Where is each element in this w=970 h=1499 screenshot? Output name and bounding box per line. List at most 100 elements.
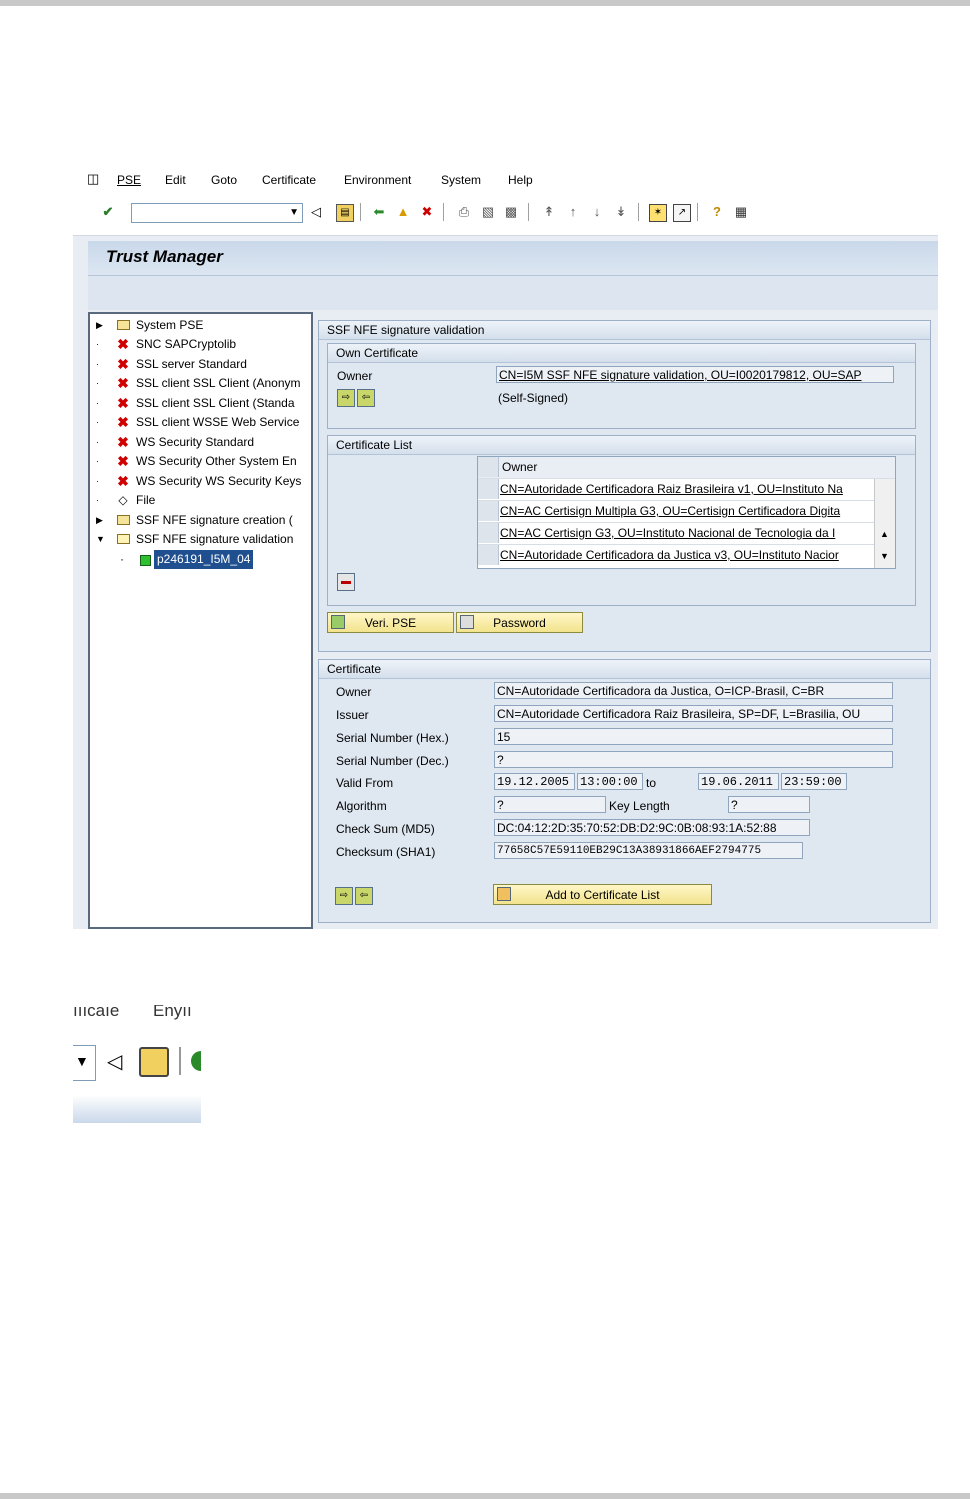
last-page-icon[interactable]: ↡ (613, 204, 629, 220)
save-icon (139, 1047, 169, 1077)
serial-hex-field[interactable]: 15 (494, 728, 893, 745)
tree-item-file[interactable]: · ◇ File (90, 491, 310, 510)
owner-label: Owner (337, 369, 373, 383)
own-certificate-title: Own Certificate (328, 344, 915, 363)
tree-item-snc[interactable]: · ✖ SNC SAPCryptolib (90, 335, 310, 354)
expand-icon[interactable]: ▶ (96, 511, 106, 530)
sap-window: ◫ PSE Edit Goto Certificate Environment … (73, 157, 938, 929)
table-scrollbar[interactable]: ▲ ▼ (874, 479, 895, 568)
issuer-field[interactable]: CN=Autoridade Certificadora Raiz Brasile… (494, 705, 893, 722)
tree-item-ssl-client-wsse[interactable]: · ✖ SSL client WSSE Web Service (90, 413, 310, 432)
zoomed-toolbar-excerpt: ıııcaıe Enyıı ▼ ◁ (73, 1005, 201, 1123)
serial-hex-label: Serial Number (Hex.) (336, 731, 449, 745)
tree-item-nfe-validation[interactable]: ▼ SSF NFE signature validation (90, 530, 310, 549)
menu-pse[interactable]: PSE (117, 173, 141, 187)
valid-from-date-field[interactable]: 19.12.2005 (494, 773, 575, 790)
menu-certificate[interactable]: Certificate (262, 173, 316, 187)
owner-cell[interactable]: CN=AC Certisign Multipla G3, OU=Certisig… (500, 501, 873, 522)
zoom-menu-fragment: ıııcaıe (73, 1005, 120, 1020)
menu-system[interactable]: System (441, 173, 481, 187)
cancel-icon[interactable]: ✖ (419, 204, 435, 220)
valid-from-time-field[interactable]: 13:00:00 (577, 773, 643, 790)
table-row[interactable]: CN=Autoridade Certificadora da Justica v… (478, 545, 895, 566)
md5-field[interactable]: DC:04:12:2D:35:70:52:DB:D2:9C:0B:08:93:1… (494, 819, 810, 836)
pse-node-icon (140, 555, 151, 566)
owner-cell[interactable]: CN=Autoridade Certificadora Raiz Brasile… (500, 479, 873, 500)
menu-goto[interactable]: Goto (211, 173, 237, 187)
valid-to-time-field[interactable]: 23:59:00 (781, 773, 847, 790)
tree-item-ws-keys[interactable]: · ✖ WS Security WS Security Keys (90, 472, 310, 491)
column-header-owner[interactable]: Owner (502, 457, 537, 478)
row-selector[interactable] (478, 479, 499, 499)
serial-dec-field[interactable]: ? (494, 751, 893, 768)
layout-icon[interactable]: ▦ (733, 204, 749, 220)
find-icon[interactable]: ▧ (480, 204, 496, 220)
tree-item-ws-other[interactable]: · ✖ WS Security Other System En (90, 452, 310, 471)
back-icon[interactable]: ◁ (308, 204, 324, 220)
print-icon[interactable]: ⎙ (456, 204, 472, 220)
tree-item-system-pse[interactable]: ▶ System PSE (90, 316, 310, 335)
valid-to-date-field[interactable]: 19.06.2011 (698, 773, 779, 790)
tree-item-nfe-creation[interactable]: ▶ SSF NFE signature creation ( (90, 511, 310, 530)
own-certificate-group: Own Certificate Owner CN=I5M SSF NFE sig… (327, 343, 916, 429)
folder-icon (116, 316, 130, 335)
tree-item-ssl-client-std[interactable]: · ✖ SSL client SSL Client (Standa (90, 394, 310, 413)
shortcut-icon[interactable]: ↗ (673, 204, 691, 222)
new-session-icon[interactable]: ✶ (649, 204, 667, 222)
exit-icon[interactable]: ▲ (395, 204, 411, 220)
menu-environment[interactable]: Environment (344, 173, 411, 187)
own-owner-field[interactable]: CN=I5M SSF NFE signature validation, OU=… (496, 366, 894, 383)
algorithm-field[interactable]: ? (494, 796, 606, 813)
chevron-down-icon[interactable]: ▼ (289, 204, 299, 222)
cert-owner-field[interactable]: CN=Autoridade Certificadora da Justica, … (494, 682, 893, 699)
scroll-up-icon[interactable]: ▲ (880, 529, 889, 539)
tree-item-label: SNC SAPCryptolib (136, 337, 237, 351)
first-page-icon[interactable]: ↟ (541, 204, 557, 220)
tree-item-label: SSL client SSL Client (Anonym (136, 376, 301, 390)
prev-page-icon[interactable]: ↑ (565, 204, 581, 220)
sha1-field[interactable]: 77658C57E59110EB29C13A38931866AEF2794775 (494, 842, 803, 859)
tree-item-ssl-server[interactable]: · ✖ SSL server Standard (90, 355, 310, 374)
key-length-field[interactable]: ? (728, 796, 810, 813)
file-icon: ◇ (118, 493, 128, 507)
scroll-down-icon[interactable]: ▼ (880, 551, 889, 561)
add-to-certificate-list-button[interactable]: Add to Certificate List (493, 884, 712, 905)
export-icon[interactable]: ⇦ (355, 887, 373, 905)
menu-icon[interactable]: ◫ (87, 171, 99, 187)
menu-help[interactable]: Help (508, 173, 533, 187)
application-toolbar (88, 276, 938, 310)
command-field[interactable]: ▼ (131, 203, 303, 223)
tree-item-ws-standard[interactable]: · ✖ WS Security Standard (90, 433, 310, 452)
import-icon[interactable]: ⇨ (335, 887, 353, 905)
collapse-icon[interactable]: ▼ (96, 530, 106, 549)
select-all-cell[interactable] (478, 457, 499, 477)
tree-item-label: WS Security Standard (136, 435, 255, 449)
back-green-icon[interactable]: ⬅ (371, 204, 387, 220)
tree-item-label: File (136, 493, 156, 507)
veri-pse-button[interactable]: Veri. PSE (327, 612, 454, 633)
tree-item-label: SSF NFE signature validation (136, 532, 294, 546)
tree-item-ssl-client-anon[interactable]: · ✖ SSL client SSL Client (Anonym (90, 374, 310, 393)
export-icon[interactable]: ⇦ (357, 389, 375, 407)
password-button[interactable]: Password (456, 612, 583, 633)
enter-icon[interactable]: ✔ (100, 204, 116, 220)
bullet-icon: · (96, 398, 99, 408)
help-icon[interactable]: ? (709, 204, 725, 220)
row-selector[interactable] (478, 523, 499, 543)
row-selector[interactable] (478, 545, 499, 565)
tree-item-selected-pse[interactable]: · p246191_I5M_04 (90, 550, 310, 569)
expand-icon[interactable]: ▶ (96, 316, 106, 335)
menu-edit[interactable]: Edit (165, 173, 186, 187)
next-page-icon[interactable]: ↓ (589, 204, 605, 220)
owner-cell[interactable]: CN=AC Certisign G3, OU=Instituto Naciona… (500, 523, 873, 544)
find-next-icon[interactable]: ▩ (503, 204, 519, 220)
bullet-icon: · (96, 456, 99, 466)
row-selector[interactable] (478, 501, 499, 521)
save-icon[interactable]: ▤ (336, 204, 354, 222)
owner-cell[interactable]: CN=Autoridade Certificadora da Justica v… (500, 545, 873, 566)
import-icon[interactable]: ⇨ (337, 389, 355, 407)
table-row[interactable]: CN=Autoridade Certificadora Raiz Brasile… (478, 479, 895, 501)
delete-certificate-icon[interactable]: ▬ (337, 573, 355, 591)
table-row[interactable]: CN=AC Certisign Multipla G3, OU=Certisig… (478, 501, 895, 523)
table-row[interactable]: CN=AC Certisign G3, OU=Instituto Naciona… (478, 523, 895, 545)
